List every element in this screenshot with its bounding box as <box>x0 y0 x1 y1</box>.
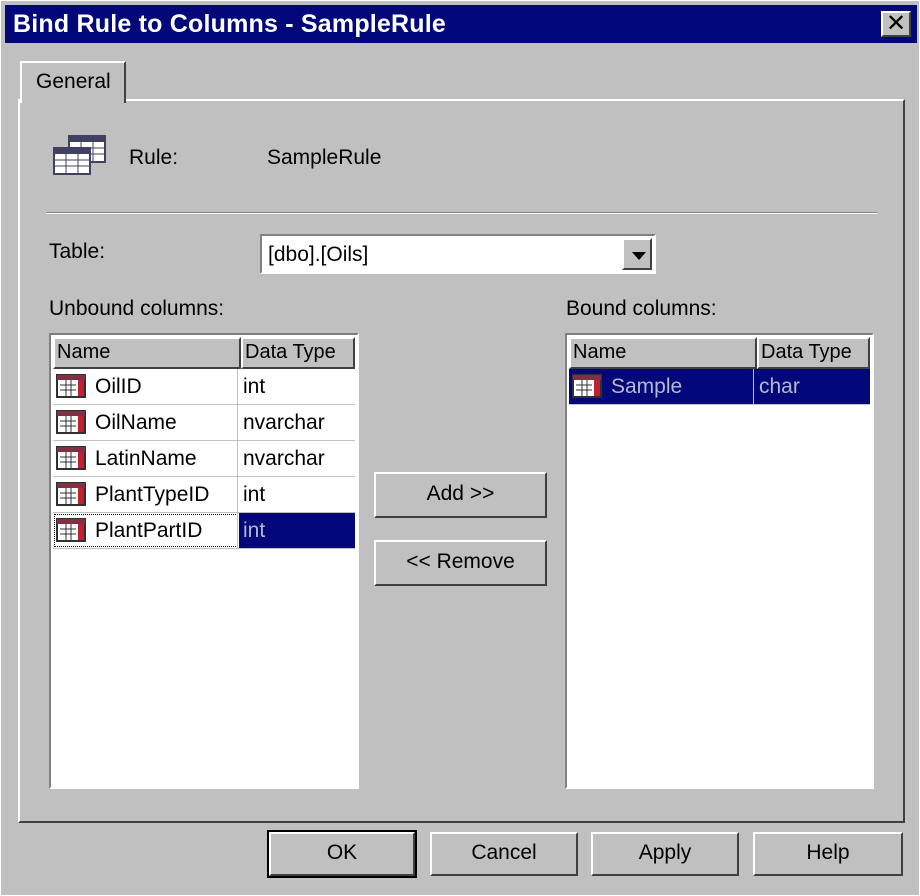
tab-general[interactable]: General <box>20 61 126 103</box>
separator <box>47 212 877 214</box>
row-name-cell[interactable]: OilID <box>53 369 239 404</box>
rule-value: SampleRule <box>267 146 382 169</box>
close-button[interactable]: ✕ <box>881 11 911 37</box>
help-button[interactable]: Help <box>753 832 903 876</box>
column-divider <box>237 369 238 404</box>
table-column-icon <box>56 482 86 506</box>
table-column-icon <box>56 410 86 434</box>
row-type: int <box>243 375 266 398</box>
unbound-columns-label: Unbound columns: <box>49 297 225 320</box>
table-row[interactable]: LatinName nvarchar <box>53 441 355 477</box>
table-row[interactable]: Sample char <box>569 369 870 405</box>
bound-columns-list[interactable]: Name Data Type Sample char <box>565 333 874 789</box>
remove-button[interactable]: << Remove <box>374 540 547 586</box>
column-divider <box>237 477 238 512</box>
ok-button[interactable]: OK <box>267 830 417 878</box>
table-label: Table: <box>49 240 106 263</box>
table-column-icon <box>56 374 86 398</box>
tab-general-label: General <box>36 70 111 93</box>
row-name: OilID <box>95 375 142 398</box>
row-type-cell[interactable]: nvarchar <box>239 405 355 440</box>
title-bar[interactable]: Bind Rule to Columns - SampleRule ✕ <box>5 5 917 43</box>
row-name-cell[interactable]: LatinName <box>53 441 239 476</box>
window-title: Bind Rule to Columns - SampleRule <box>13 10 447 38</box>
cancel-button[interactable]: Cancel <box>430 832 578 876</box>
bound-header-name[interactable]: Name <box>569 337 757 369</box>
row-name-cell[interactable]: PlantTypeID <box>53 477 239 512</box>
unbound-header-name[interactable]: Name <box>53 337 241 369</box>
column-divider <box>237 513 238 548</box>
column-divider <box>237 441 238 476</box>
row-type: char <box>759 375 800 398</box>
table-row[interactable]: OilName nvarchar <box>53 405 355 441</box>
dialog-window: Bind Rule to Columns - SampleRule ✕ Gene… <box>0 0 920 896</box>
unbound-header-type[interactable]: Data Type <box>241 337 355 369</box>
row-name-cell[interactable]: Sample <box>569 369 755 404</box>
row-name-cell[interactable]: OilName <box>53 405 239 440</box>
table-row[interactable]: PlantTypeID int <box>53 477 355 513</box>
row-type: nvarchar <box>243 447 325 470</box>
bound-header-type[interactable]: Data Type <box>757 337 870 369</box>
chevron-down-icon[interactable] <box>622 238 652 270</box>
table-column-icon <box>572 374 602 398</box>
row-type-cell[interactable]: nvarchar <box>239 441 355 476</box>
row-type-cell[interactable]: int <box>239 513 355 548</box>
row-type: int <box>243 519 266 542</box>
column-divider <box>237 405 238 440</box>
unbound-columns-list[interactable]: Name Data Type OilID int OilName nvarchar La… <box>49 333 359 789</box>
row-name: LatinName <box>95 447 197 470</box>
table-column-icon <box>56 518 86 542</box>
apply-button[interactable]: Apply <box>591 832 739 876</box>
row-name: Sample <box>611 375 683 398</box>
column-divider <box>753 369 754 404</box>
row-type-cell[interactable]: int <box>239 369 355 404</box>
table-column-icon <box>56 446 86 470</box>
row-name: OilName <box>95 411 177 434</box>
add-button[interactable]: Add >> <box>374 472 547 518</box>
bound-columns-label: Bound columns: <box>566 297 717 320</box>
table-select-value: [dbo].[Oils] <box>268 243 369 266</box>
table-row[interactable]: PlantPartID int <box>53 513 355 549</box>
row-type: int <box>243 483 266 506</box>
row-name-cell[interactable]: PlantPartID <box>53 513 239 548</box>
rule-label: Rule: <box>129 146 179 169</box>
table-select[interactable]: [dbo].[Oils] <box>260 234 656 274</box>
row-type-cell[interactable]: int <box>239 477 355 512</box>
row-name: PlantPartID <box>95 519 203 542</box>
table-row[interactable]: OilID int <box>53 369 355 405</box>
table-rule-icon <box>53 135 106 175</box>
row-type-cell[interactable]: char <box>755 369 870 404</box>
row-type: nvarchar <box>243 411 325 434</box>
row-name: PlantTypeID <box>95 483 210 506</box>
